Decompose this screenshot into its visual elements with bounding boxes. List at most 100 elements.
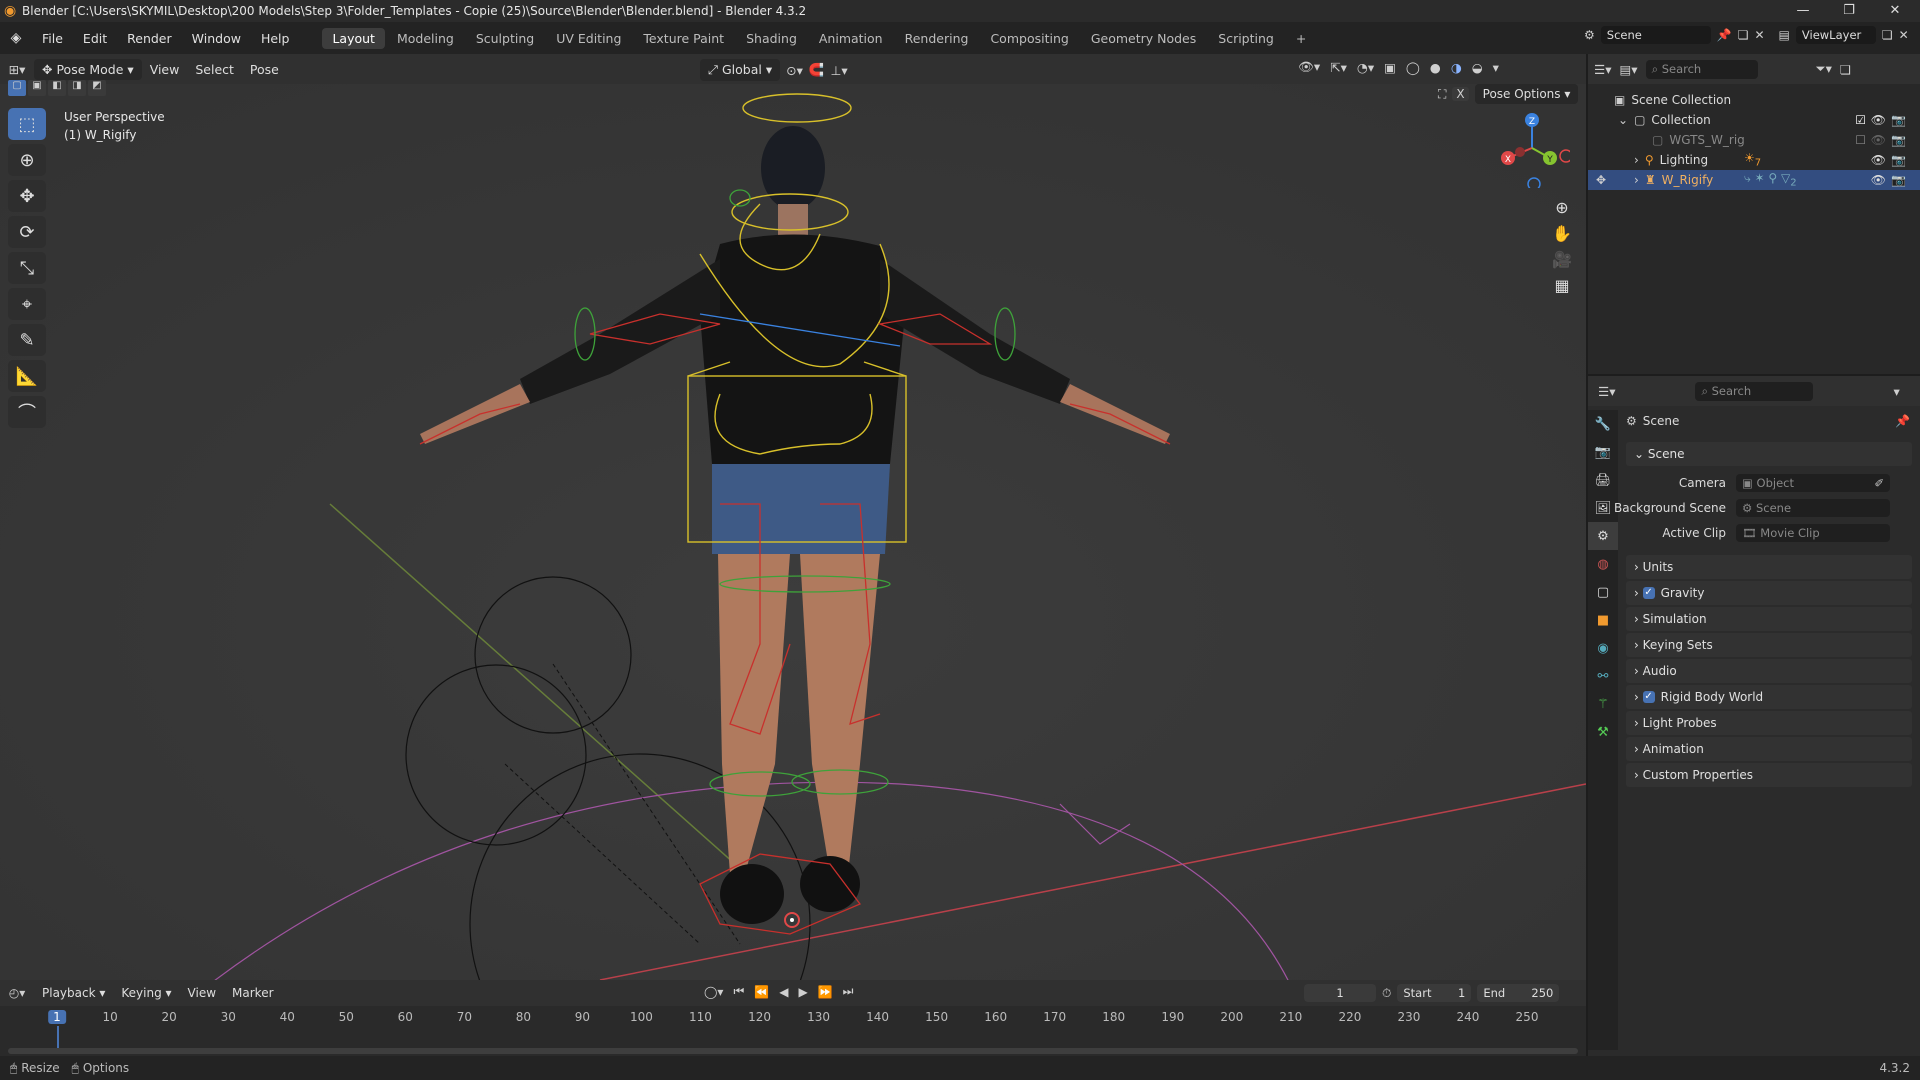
scene-panel-header[interactable]: ⌄ Scene bbox=[1626, 442, 1912, 466]
gravity-panel[interactable]: › ✓ Gravity bbox=[1626, 581, 1912, 605]
gizmo-icon[interactable]: ⇱▾ bbox=[1330, 60, 1347, 75]
menu-render[interactable]: Render bbox=[117, 31, 182, 46]
pin-icon[interactable]: 📌 bbox=[1895, 414, 1910, 428]
eyedropper-icon[interactable]: ✐ bbox=[1874, 476, 1884, 490]
lighting-camera-icon[interactable]: 📷 bbox=[1891, 153, 1906, 167]
stopwatch-icon[interactable]: ⏱ bbox=[1382, 986, 1391, 1001]
rigid-body-world-panel[interactable]: › ✓ Rigid Body World bbox=[1626, 685, 1912, 709]
relax-pose-tool-icon[interactable]: ⌒ bbox=[8, 396, 46, 428]
gravity-checkbox[interactable]: ✓ bbox=[1642, 587, 1655, 599]
w-rigify-camera-icon[interactable]: 📷 bbox=[1891, 173, 1906, 187]
pose-mode-icon[interactable]: ✥ bbox=[1596, 173, 1606, 187]
menu-file[interactable]: File bbox=[32, 31, 73, 46]
lighting-eye-icon[interactable]: 👁 bbox=[1871, 153, 1886, 167]
pan-hand-icon[interactable]: ✋ bbox=[1548, 220, 1576, 246]
audio-panel[interactable]: › Audio bbox=[1626, 659, 1912, 683]
rendered-shading-icon[interactable]: ◒ bbox=[1472, 60, 1483, 75]
snap-target-icon[interactable]: ⊥▾ bbox=[830, 63, 847, 78]
outliner-row-scene-collection[interactable]: ▣ Scene Collection bbox=[1588, 90, 1920, 110]
select-intersect-icon[interactable]: ◩ bbox=[88, 80, 106, 96]
menu-view[interactable]: View bbox=[142, 59, 188, 80]
camera-view-icon[interactable]: 🎥 bbox=[1548, 246, 1576, 272]
ortho-grid-icon[interactable]: ▦ bbox=[1548, 272, 1576, 298]
pose-options-close-button[interactable]: X bbox=[1452, 87, 1469, 101]
properties-options-icon[interactable]: ▾ bbox=[1893, 384, 1899, 399]
new-scene-icon[interactable]: ❏ bbox=[1738, 28, 1749, 42]
select-new-icon[interactable]: ▢ bbox=[8, 80, 26, 96]
properties-editor-icon[interactable]: ☰▾ bbox=[1598, 384, 1615, 399]
light-probes-panel[interactable]: › Light Probes bbox=[1626, 711, 1912, 735]
menu-playback[interactable]: Playback ▾ bbox=[34, 983, 113, 1003]
xray-icon[interactable]: ▣ bbox=[1384, 60, 1396, 75]
scene-icon[interactable]: ⚙ bbox=[1584, 28, 1595, 42]
tab-scripting[interactable]: Scripting bbox=[1208, 28, 1284, 49]
camera-field[interactable]: ▣ Object ✐ bbox=[1736, 473, 1890, 492]
next-keyframe-icon[interactable]: ⏩ bbox=[818, 985, 833, 999]
simulation-panel[interactable]: › Simulation bbox=[1626, 607, 1912, 631]
tab-compositing[interactable]: Compositing bbox=[980, 28, 1078, 49]
pivot-icon[interactable]: ⊙▾ bbox=[786, 63, 803, 78]
background-scene-field[interactable]: ⚙ Scene bbox=[1736, 498, 1890, 517]
menu-pose[interactable]: Pose bbox=[242, 59, 287, 80]
prev-keyframe-icon[interactable]: ⏪ bbox=[754, 985, 769, 999]
delete-viewlayer-icon[interactable]: ✕ bbox=[1899, 28, 1909, 42]
wgts-eye-icon[interactable]: 👁 bbox=[1871, 133, 1886, 147]
scale-tool-icon[interactable]: ⤡ bbox=[8, 252, 46, 284]
end-frame-field[interactable]: End 250 bbox=[1477, 984, 1560, 1002]
3d-viewport[interactable]: User Perspective (1) W_Rigify ⛶ X Pose O… bbox=[0, 84, 1586, 980]
units-panel[interactable]: › Units bbox=[1626, 555, 1912, 579]
tab-rendering[interactable]: Rendering bbox=[895, 28, 979, 49]
current-frame-field[interactable]: 1 bbox=[1304, 984, 1376, 1002]
navigation-gizmo[interactable]: Z X Y bbox=[1490, 108, 1570, 188]
tab-shading[interactable]: Shading bbox=[736, 28, 807, 49]
tab-uv-editing[interactable]: UV Editing bbox=[546, 28, 631, 49]
jump-start-icon[interactable]: ⏮ bbox=[733, 984, 744, 999]
collection-camera-icon[interactable]: 📷 bbox=[1891, 113, 1906, 127]
active-clip-field[interactable]: 🎞 Movie Clip bbox=[1736, 523, 1890, 542]
collection-checkbox[interactable]: ☑ bbox=[1855, 113, 1866, 127]
play-icon[interactable]: ▶ bbox=[798, 985, 807, 999]
select-extend-icon[interactable]: ▣ bbox=[28, 80, 46, 96]
auto-key-icon[interactable]: ◯▾ bbox=[704, 985, 723, 999]
menu-keying[interactable]: Keying ▾ bbox=[113, 983, 179, 1003]
tab-modeling[interactable]: Modeling bbox=[387, 28, 464, 49]
zoom-icon[interactable]: ⊕ bbox=[1548, 194, 1576, 220]
keying-sets-panel[interactable]: › Keying Sets bbox=[1626, 633, 1912, 657]
chevron-down-icon[interactable]: ⌄ bbox=[1618, 113, 1628, 127]
transform-tool-icon[interactable]: ⌖ bbox=[8, 288, 46, 320]
tab-layout[interactable]: Layout bbox=[322, 27, 385, 49]
chevron-right-icon[interactable]: › bbox=[1634, 173, 1639, 187]
outliner-row-lighting[interactable]: › ⚲ Lighting ☀7 👁 📷 bbox=[1588, 150, 1920, 170]
visibility-icon[interactable]: 👁▾ bbox=[1298, 59, 1320, 75]
select-box-tool-icon[interactable]: ⬚ bbox=[8, 108, 46, 140]
new-collection-icon[interactable]: ❏ bbox=[1840, 62, 1851, 77]
material-shading-icon[interactable]: ◑ bbox=[1451, 60, 1462, 75]
wgts-camera-icon[interactable]: 📷 bbox=[1891, 133, 1906, 147]
outliner-editor-icon[interactable]: ☰▾ bbox=[1594, 62, 1611, 77]
select-invert-icon[interactable]: ◨ bbox=[68, 80, 86, 96]
timeline-scrollbar[interactable] bbox=[8, 1048, 1578, 1054]
rigid-body-checkbox[interactable]: ✓ bbox=[1642, 691, 1655, 703]
timeline-editor-icon[interactable]: ◴▾ bbox=[0, 986, 34, 1000]
outliner-search-input[interactable]: ⌕ Search bbox=[1645, 59, 1758, 79]
editor-type-icon[interactable]: ⊞▾ bbox=[0, 62, 34, 77]
tab-texture-paint[interactable]: Texture Paint bbox=[633, 28, 734, 49]
snap-icon[interactable]: 🧲 bbox=[809, 62, 825, 78]
menu-window[interactable]: Window bbox=[182, 31, 251, 46]
animation-panel[interactable]: › Animation bbox=[1626, 737, 1912, 761]
close-icon[interactable]: ✕ bbox=[1872, 0, 1918, 22]
play-reverse-icon[interactable]: ◀ bbox=[779, 985, 788, 999]
selection-mode-icon[interactable]: ⛶ bbox=[1438, 87, 1446, 102]
outliner-row-collection[interactable]: ⌄ ▢ Collection ☑ 👁 📷 bbox=[1588, 110, 1920, 130]
move-tool-icon[interactable]: ✥ bbox=[8, 180, 46, 212]
mode-selector[interactable]: ✥ Pose Mode ▾ bbox=[34, 58, 142, 80]
select-subtract-icon[interactable]: ◧ bbox=[48, 80, 66, 96]
menu-edit[interactable]: Edit bbox=[73, 31, 117, 46]
chevron-right-icon[interactable]: › bbox=[1634, 153, 1639, 167]
viewlayer-icon[interactable]: ▤ bbox=[1779, 28, 1790, 42]
properties-search-input[interactable]: ⌕ Search bbox=[1695, 381, 1814, 401]
menu-marker[interactable]: Marker bbox=[224, 983, 281, 1003]
pose-options-button[interactable]: Pose Options ▾ bbox=[1474, 84, 1579, 104]
timeline-ruler[interactable]: 1 10 20 30 40 50 60 70 80 90 100 110 120 130 140 150 160… bbox=[0, 1006, 1586, 1054]
menu-timeline-view[interactable]: View bbox=[180, 983, 224, 1003]
